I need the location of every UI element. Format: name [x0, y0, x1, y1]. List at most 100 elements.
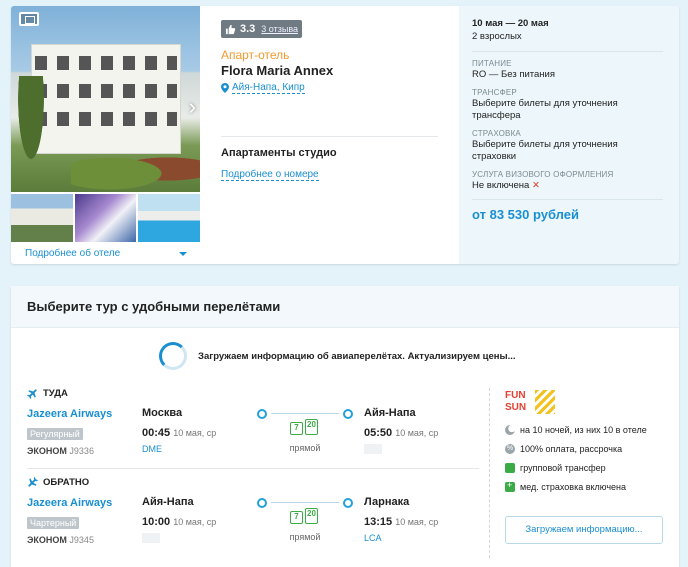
- insurance-value: Выберите билеты для уточнения страховки: [472, 139, 618, 162]
- divider: [221, 136, 438, 137]
- plane-icon: [27, 389, 37, 399]
- arrival-time: 05:50: [364, 427, 393, 439]
- chevron-right-icon[interactable]: ›: [189, 96, 196, 118]
- origin-dot-icon: [257, 409, 267, 419]
- gallery-thumbnail[interactable]: [74, 194, 137, 242]
- divider: [27, 468, 479, 469]
- plane-icon: [28, 477, 38, 487]
- feature-transfer: групповой трансфер: [505, 461, 679, 475]
- leg-title-text: ОБРАТНО: [43, 477, 90, 488]
- route-line: [271, 502, 339, 503]
- cabin-class: ЭКОНОМ J9336: [27, 446, 94, 456]
- hotel-location-link[interactable]: Айя-Напа, Кипр: [221, 82, 448, 94]
- insurance-block: СТРАХОВКА Выберите билеты для уточнения …: [472, 129, 663, 163]
- route-graphic: 7 20 прямой: [257, 498, 353, 548]
- rating-badge: 3.3 3 отзыва: [221, 20, 303, 38]
- tour-dates: 10 мая — 20 мая: [472, 18, 549, 29]
- arrival-time-row: 13:15 10 мая, ср: [364, 516, 438, 528]
- airline-name: Jazeera Airways: [27, 497, 113, 509]
- leg-title-text: ТУДА: [43, 388, 68, 399]
- baggage-icons: 7 20: [290, 419, 318, 435]
- leg-title: ОБРАТНО: [27, 477, 89, 488]
- route-type: прямой: [289, 532, 321, 542]
- camera-icon[interactable]: [19, 12, 39, 26]
- visa-label: УСЛУГА ВИЗОВОГО ОФОРМЛЕНИЯ: [472, 170, 614, 179]
- hotel-location: Айя-Напа, Кипр: [232, 81, 305, 94]
- photo-window-row: [35, 112, 177, 126]
- thumbs-up-icon: [225, 24, 236, 34]
- route-line: [271, 413, 339, 414]
- flight-leg-return[interactable]: ОБРАТНО Jazeera Airways Чартерный ЭКОНОМ…: [27, 477, 479, 561]
- gallery-thumbnail[interactable]: [11, 194, 73, 242]
- airline-name: Jazeera Airways: [27, 408, 113, 420]
- medical-icon: [505, 480, 515, 492]
- flights-title: Выберите тур с удобными перелётами: [11, 286, 679, 328]
- departure-date: 10 мая, ср: [173, 517, 217, 527]
- arrival-airport-code: [364, 444, 382, 454]
- arrival-time: 13:15: [364, 516, 393, 528]
- destination-dot-icon: [343, 498, 353, 508]
- reviews-link[interactable]: 3 отзыва: [261, 24, 298, 34]
- feature-text: на 10 ночей, из них 10 в отеле: [520, 425, 647, 435]
- flight-leg-outbound[interactable]: ТУДА Jazeera Airways Регулярный ЭКОНОМ J…: [27, 388, 479, 472]
- feature-payment: % 100% оплата, рассрочка: [505, 442, 679, 456]
- hotel-details-label: Подробнее об отеле: [25, 248, 121, 259]
- route-type: прямой: [289, 443, 321, 453]
- divider: [472, 51, 663, 52]
- origin-dot-icon: [257, 498, 267, 508]
- flights-card: Выберите тур с удобными перелётами Загру…: [11, 286, 679, 567]
- cross-icon: ✕: [531, 180, 540, 191]
- flight-number: J9336: [69, 446, 94, 456]
- departure-time-row: 00:45 10 мая, ср: [142, 427, 216, 439]
- transfer-label: ТРАНСФЕР: [472, 88, 517, 97]
- loading-text: Загружаем информацию об авиаперелётах. А…: [198, 350, 516, 362]
- transfer-block: ТРАНСФЕР Выберите билеты для уточнения т…: [472, 88, 663, 122]
- flight-type-badge: Регулярный: [27, 428, 83, 440]
- departure-airport-code: [142, 533, 160, 543]
- chevron-down-icon: [179, 252, 187, 256]
- feature-text: групповой трансфер: [520, 463, 606, 473]
- cabin-class: ЭКОНОМ J9345: [27, 535, 94, 545]
- cabin-label: ЭКОНОМ: [27, 535, 67, 545]
- loading-info-button[interactable]: Загружаем информацию...: [505, 516, 663, 544]
- route-graphic: 7 20 прямой: [257, 409, 353, 459]
- departure-date: 10 мая, ср: [173, 428, 217, 438]
- percent-icon: %: [505, 444, 515, 454]
- gallery-thumbnails: [11, 194, 201, 242]
- photo-palm: [11, 76, 51, 192]
- operator-logo: FUN SUN: [505, 390, 557, 418]
- hotel-details-link[interactable]: Подробнее об отеле: [11, 242, 200, 264]
- checked-baggage-icon: 20: [305, 419, 318, 435]
- feature-insurance: мед. страховка включена: [505, 480, 679, 494]
- departure-info: Айя-Напа 10:00 10 мая, ср: [142, 496, 216, 543]
- room-name: Апартаменты студио: [221, 147, 337, 159]
- tour-price: от 83 530 рублей: [472, 207, 579, 222]
- arrival-airport-code: LCA: [364, 533, 382, 543]
- hotel-card: › Подробнее об отеле 3.3 3 отзыва Апарт-…: [11, 6, 679, 264]
- arrival-info: Айя-Напа 05:50 10 мая, ср: [364, 407, 438, 454]
- operator-logo-text: FUN SUN: [505, 390, 526, 414]
- hotel-main-photo[interactable]: ›: [11, 6, 200, 192]
- logo-line: SUN: [505, 402, 527, 413]
- spinner-icon: [159, 342, 187, 370]
- gallery-thumbnail[interactable]: [138, 194, 201, 242]
- departure-time-row: 10:00 10 мая, ср: [142, 516, 216, 528]
- departure-info: Москва 00:45 10 мая, ср DME: [142, 407, 216, 454]
- destination-dot-icon: [343, 409, 353, 419]
- departure-airport-code: DME: [142, 444, 162, 454]
- bus-icon: [505, 463, 515, 473]
- arrival-date: 10 мая, ср: [395, 428, 439, 438]
- leg-title: ТУДА: [27, 388, 68, 399]
- rating-score: 3.3: [240, 23, 256, 35]
- carry-on-baggage-icon: 7: [290, 511, 303, 524]
- room-details-link[interactable]: Подробнее о номере: [221, 169, 319, 181]
- departure-time: 10:00: [142, 516, 171, 528]
- hotel-info: 3.3 3 отзыва Апарт-отель Flora Maria Ann…: [200, 6, 470, 264]
- flight-type-badge: Чартерный: [27, 517, 80, 529]
- feature-nights: на 10 ночей, из них 10 в отеле: [505, 423, 679, 437]
- photo-window-row: [35, 84, 177, 98]
- departure-city: Айя-Напа: [142, 496, 194, 508]
- visa-value-row: Не включена ✕: [472, 180, 663, 192]
- baggage-icons: 7 20: [290, 508, 318, 524]
- divider: [472, 199, 663, 200]
